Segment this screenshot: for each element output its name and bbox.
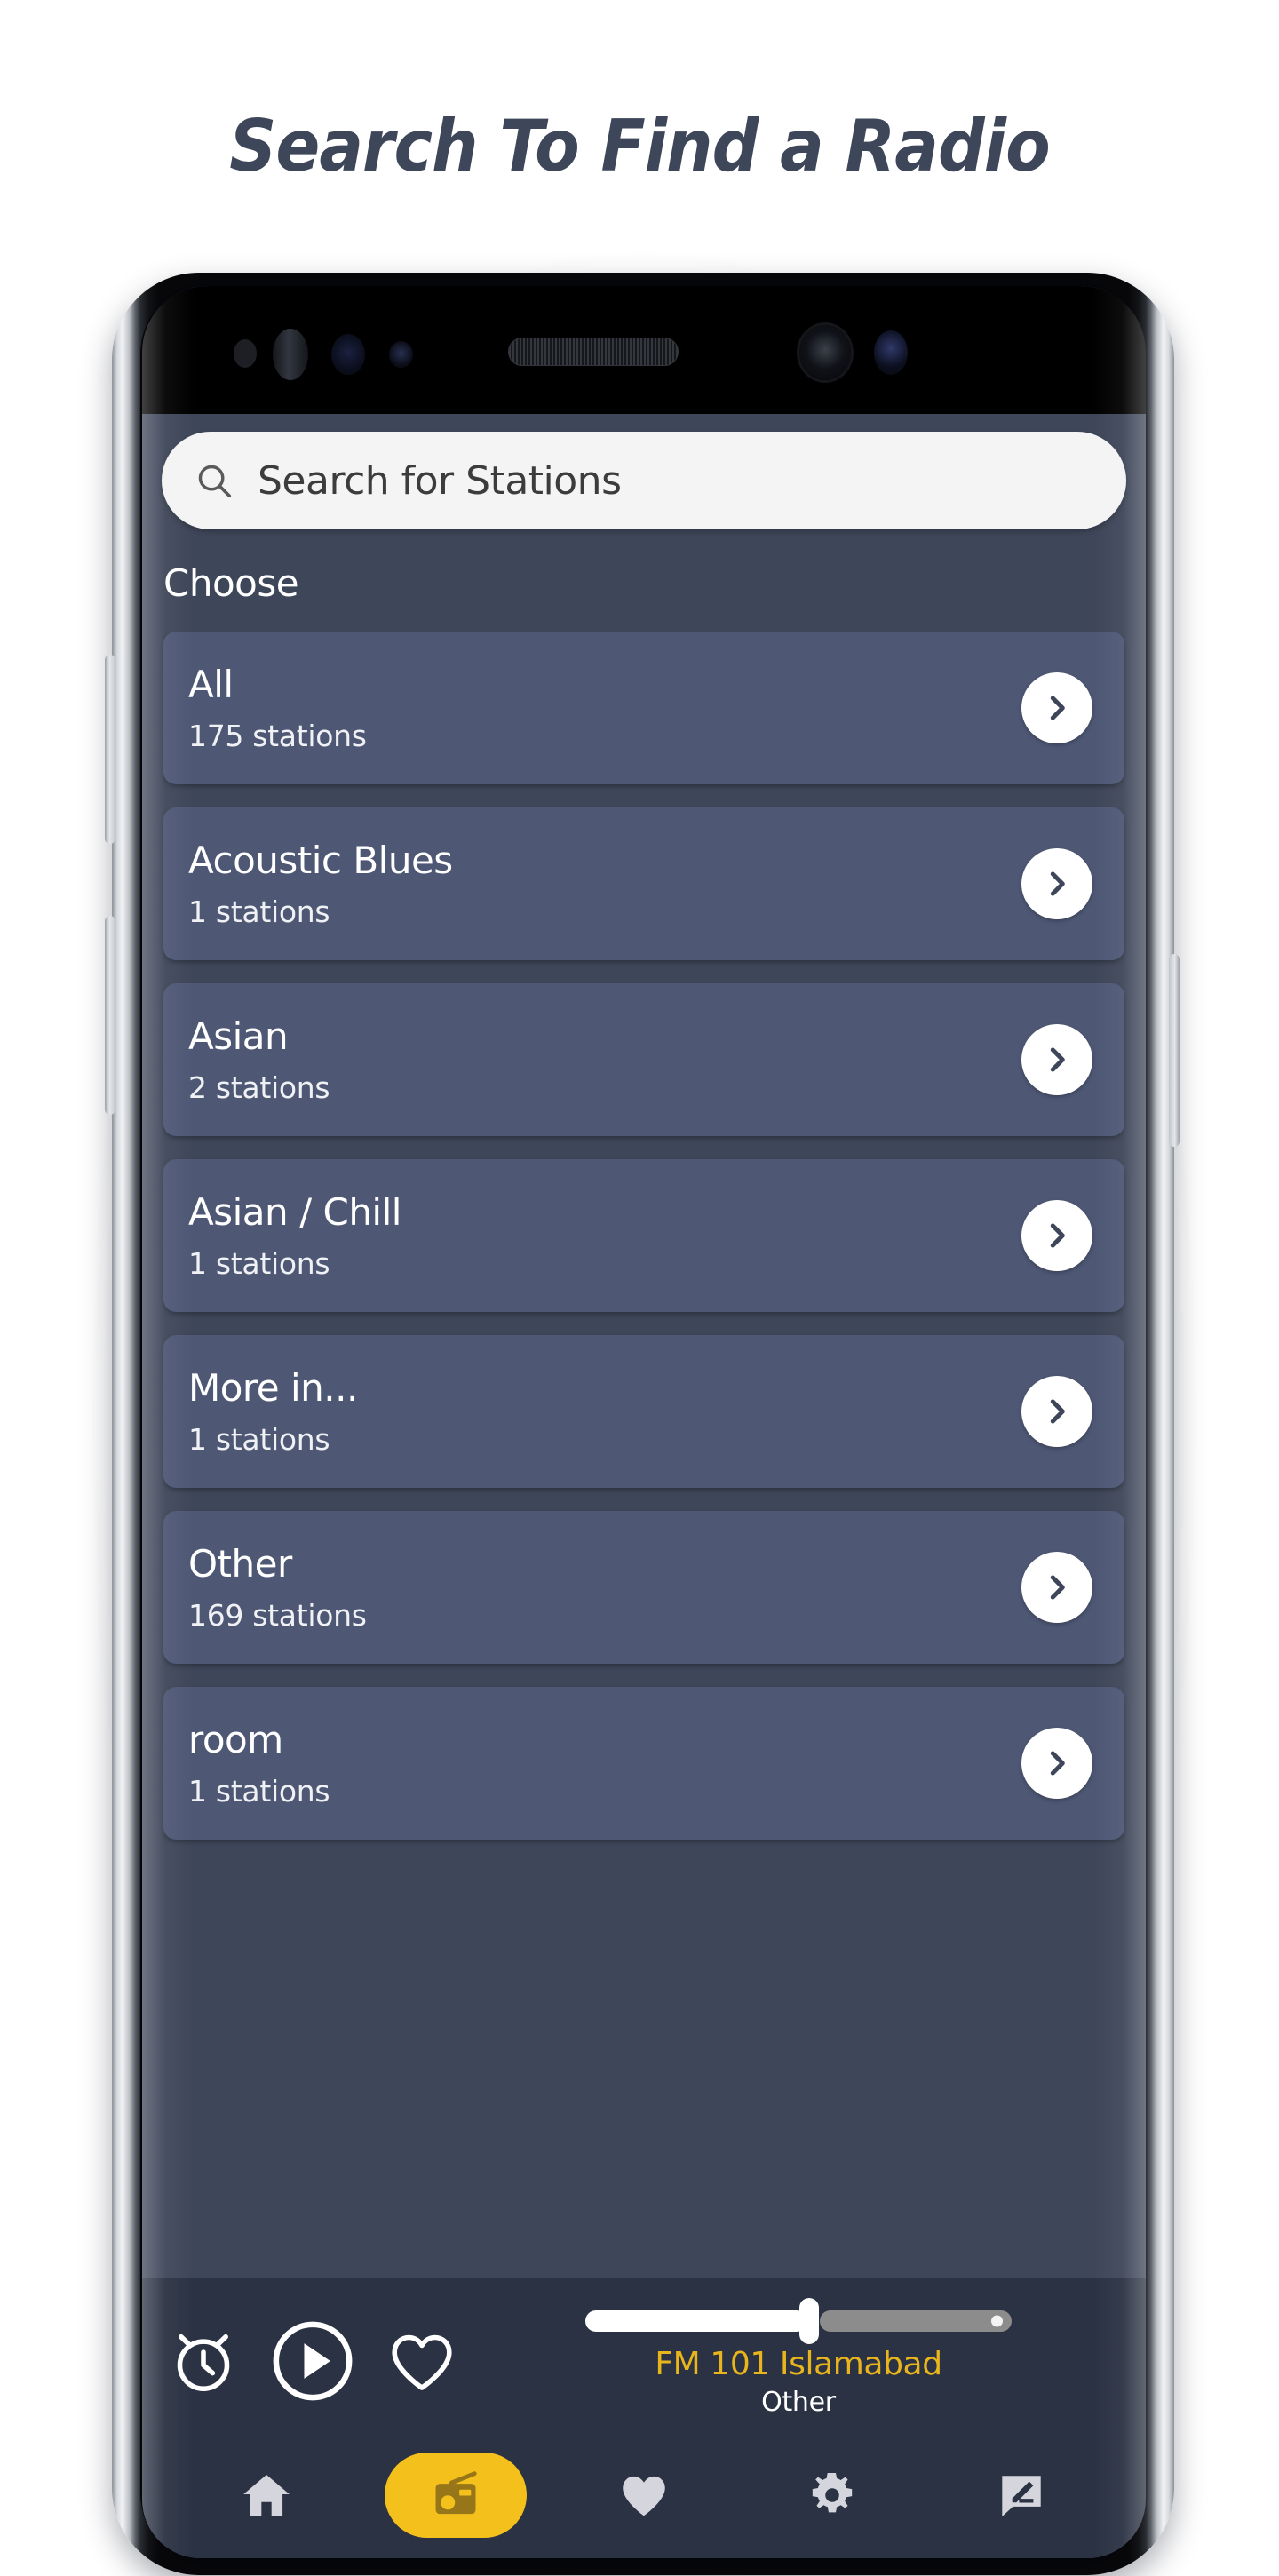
category-list[interactable]: All 175 stations Acoustic Blues 1 statio… — [142, 632, 1146, 2278]
category-station-count: 2 stations — [188, 1070, 330, 1105]
category-open-button[interactable] — [1021, 1552, 1092, 1623]
list-item[interactable]: Asian / Chill 1 stations — [163, 1159, 1124, 1312]
proximity-sensor-icon — [234, 339, 257, 368]
chevron-right-icon — [1050, 1399, 1065, 1424]
category-open-button[interactable] — [1021, 1376, 1092, 1447]
front-camera-icon — [799, 325, 851, 380]
alarm-clock-icon[interactable] — [165, 2323, 242, 2399]
secondary-camera-icon — [874, 330, 908, 375]
ir-emitter-icon — [389, 341, 413, 368]
app-content: Search for Stations Choose All 175 stati… — [142, 414, 1146, 2558]
category-open-button[interactable] — [1021, 672, 1092, 743]
list-item[interactable]: Asian 2 stations — [163, 983, 1124, 1136]
volume-thumb[interactable] — [798, 2298, 819, 2345]
chevron-right-icon — [1050, 1223, 1065, 1248]
heart-outline-icon[interactable] — [384, 2323, 460, 2399]
volume-track-remaining — [819, 2310, 1012, 2333]
home-icon — [243, 2475, 290, 2516]
category-open-button[interactable] — [1021, 1728, 1092, 1799]
player-bar: FM 101 Islamabad Other — [142, 2278, 1146, 2443]
current-station-name: FM 101 Islamabad — [655, 2346, 942, 2383]
category-station-count: 1 stations — [188, 1246, 330, 1281]
list-item[interactable]: room 1 stations — [163, 1687, 1124, 1840]
chevron-right-icon — [1050, 871, 1065, 896]
heart-icon — [623, 2476, 665, 2516]
gear-icon — [813, 2472, 853, 2513]
volume-up-button[interactable] — [105, 655, 115, 844]
category-station-count: 169 stations — [188, 1598, 367, 1633]
category-open-button[interactable] — [1021, 1200, 1092, 1271]
nav-item-home[interactable] — [195, 2453, 338, 2538]
category-station-count: 175 stations — [188, 719, 367, 753]
bottom-navigation — [142, 2443, 1146, 2558]
category-title: room — [188, 1718, 283, 1761]
search-icon — [198, 465, 232, 498]
category-station-count: 1 stations — [188, 894, 330, 929]
category-title: Asian — [188, 1014, 289, 1058]
nav-item-radio[interactable] — [384, 2453, 527, 2538]
volume-slider[interactable] — [585, 2298, 1012, 2345]
chevron-right-icon — [1050, 696, 1065, 720]
category-open-button[interactable] — [1021, 1024, 1092, 1095]
list-item[interactable]: More in... 1 stations — [163, 1335, 1124, 1488]
volume-down-button[interactable] — [105, 916, 115, 1115]
play-circle-icon[interactable] — [266, 2315, 359, 2407]
search-input[interactable]: Search for Stations — [162, 432, 1126, 529]
category-title: All — [188, 663, 234, 706]
nav-item-settings[interactable] — [761, 2453, 903, 2538]
category-title: More in... — [188, 1366, 358, 1410]
category-station-count: 1 stations — [188, 1422, 330, 1457]
earpiece-speaker-icon — [508, 338, 679, 366]
list-item[interactable]: Other 169 stations — [163, 1511, 1124, 1664]
iris-scanner-icon — [331, 334, 365, 375]
feedback-icon — [1002, 2476, 1041, 2517]
light-sensor-icon — [273, 329, 308, 380]
chevron-right-icon — [1050, 1047, 1065, 1072]
search-placeholder-text: Search for Stations — [258, 457, 622, 504]
radio-icon — [435, 2471, 477, 2515]
category-open-button[interactable] — [1021, 848, 1092, 919]
phone-screen: Search for Stations Choose All 175 stati… — [142, 286, 1146, 2558]
list-item[interactable]: Acoustic Blues 1 stations — [163, 807, 1124, 960]
category-title: Other — [188, 1542, 292, 1586]
chevron-right-icon — [1050, 1751, 1065, 1776]
page-title: Search To Find a Radio — [229, 105, 1050, 187]
list-item[interactable]: All 175 stations — [163, 632, 1124, 784]
device-sensor-bar — [142, 286, 1146, 414]
search-section: Search for Stations — [142, 414, 1146, 529]
section-header-choose: Choose — [163, 561, 299, 605]
current-station-genre: Other — [761, 2386, 836, 2418]
nav-item-favorites[interactable] — [573, 2453, 715, 2538]
chevron-right-icon — [1050, 1575, 1065, 1600]
category-title: Asian / Chill — [188, 1190, 401, 1234]
player-controls — [165, 2315, 460, 2407]
volume-fill — [585, 2310, 807, 2333]
power-button[interactable] — [1169, 954, 1180, 1147]
now-playing-info: FM 101 Islamabad Other — [483, 2298, 1114, 2418]
category-title: Acoustic Blues — [188, 839, 453, 882]
nav-item-feedback[interactable] — [950, 2453, 1092, 2538]
category-station-count: 1 stations — [188, 1774, 330, 1809]
